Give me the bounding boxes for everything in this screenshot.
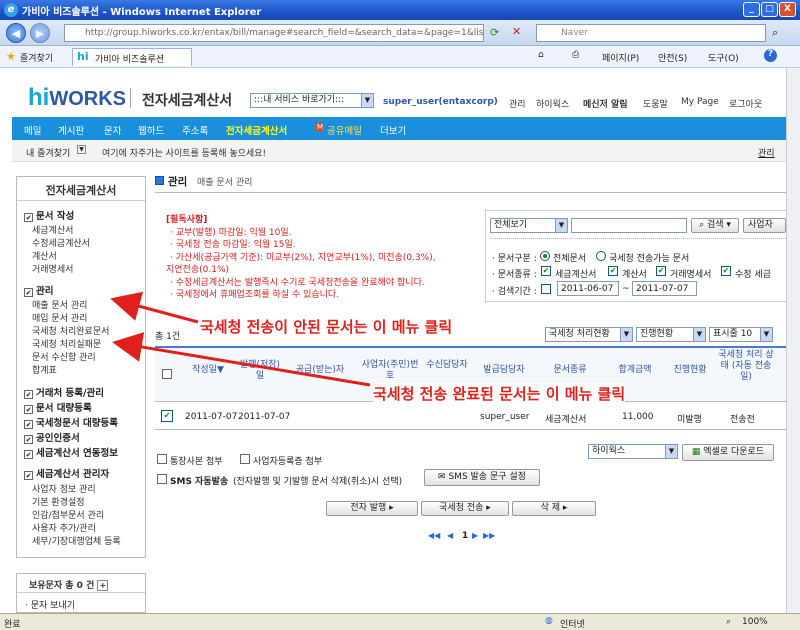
zoom-icon[interactable]: ⌕ [726,617,731,627]
zoom-level[interactable]: 100% [742,617,768,627]
globe-icon: ◍ [545,616,553,626]
annotation-arrows [110,291,371,387]
arrow-to-sales-docs [110,291,199,324]
zone-text: 인터넷 [560,620,585,630]
arrow-to-nts-complete [112,332,371,387]
annotation-sent: 국세청 전송 완료된 문서는 이 메뉴 클릭 [373,383,626,404]
status-bar: 완료 ◍ 인터넷 ⌕ 100% [0,613,800,630]
status-text: 완료 [4,620,21,630]
annotation-unsent: 국세청 전송이 안된 문서는 이 메뉴 클릭 [200,316,453,337]
